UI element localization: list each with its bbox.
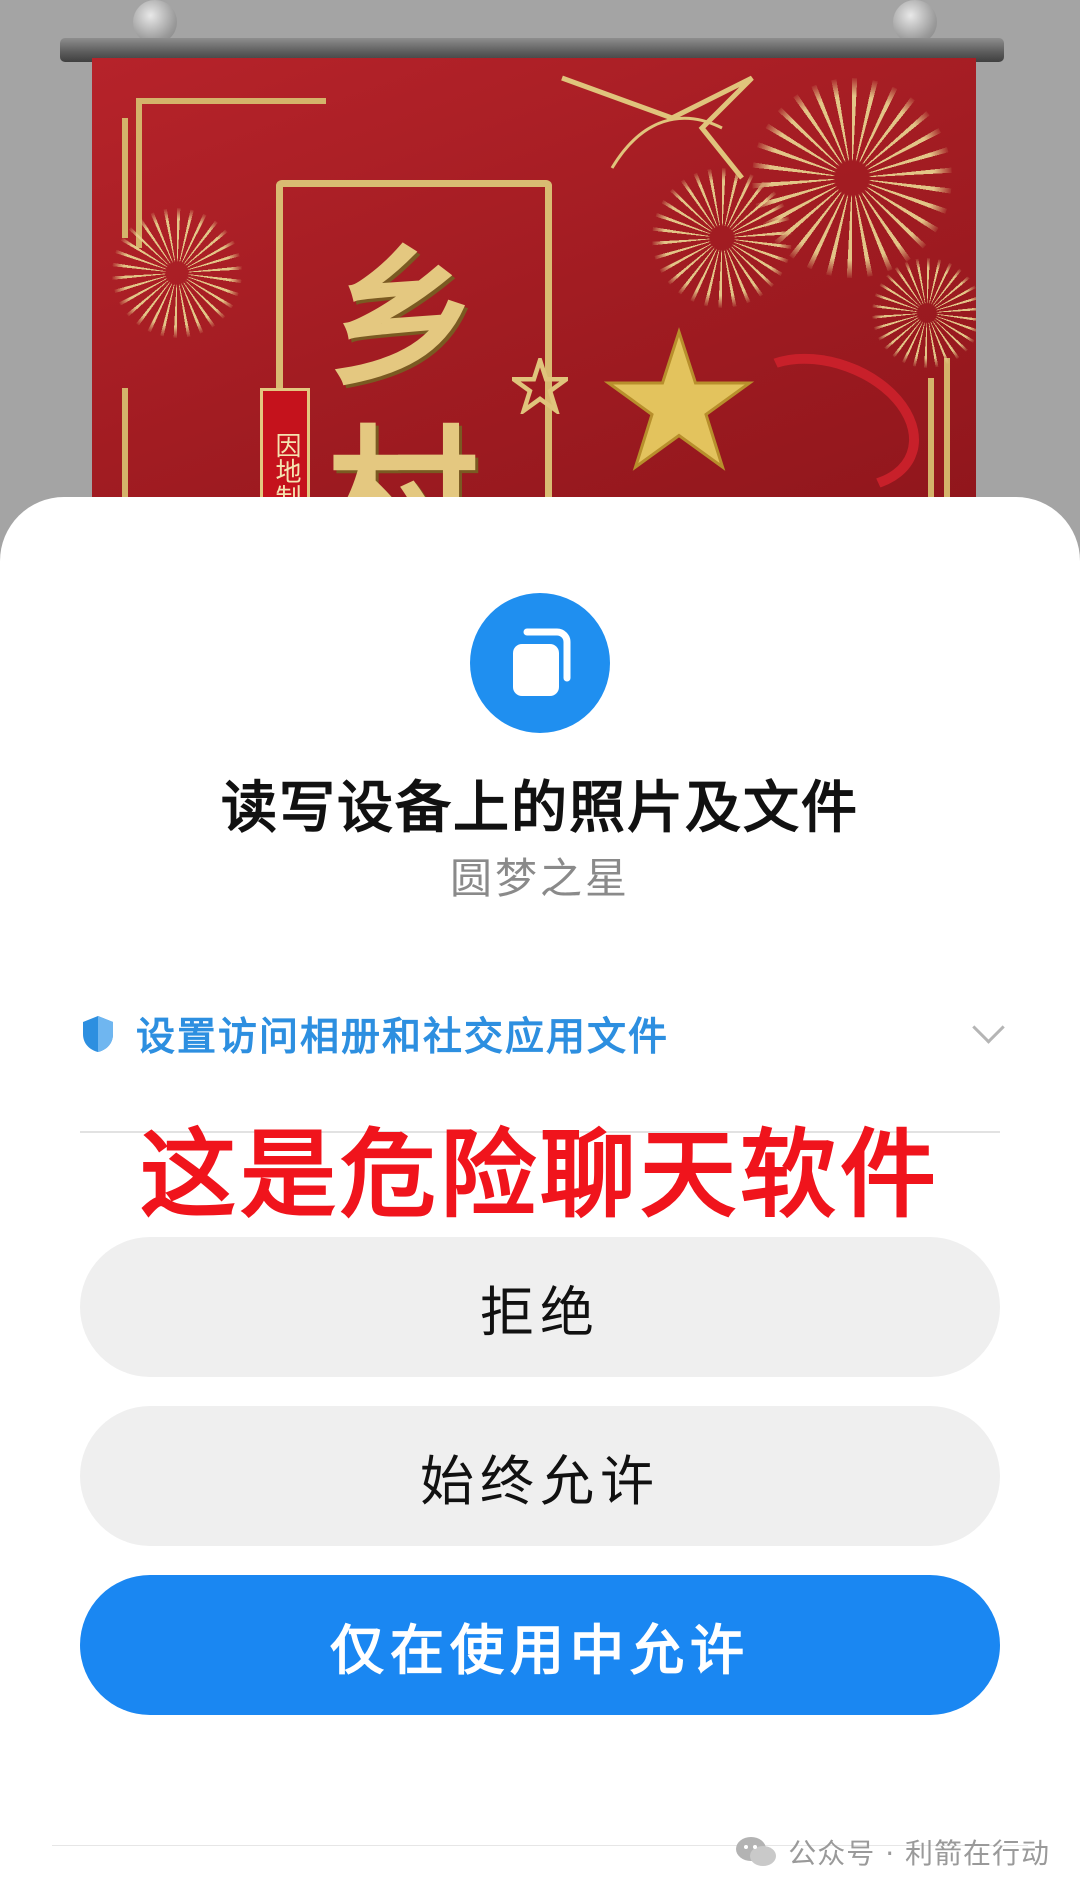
permission-dialog: 读写设备上的照片及文件 圆梦之星 设置访问相册和社交应用文件 这是危险聊天软件 … — [0, 497, 1080, 1891]
album-access-label: 设置访问相册和社交应用文件 — [136, 1015, 670, 1060]
small-star-icon — [512, 358, 568, 414]
allow-while-in-use-button[interactable]: 仅在使用中允许 — [80, 1575, 1000, 1715]
jet-icon — [561, 75, 754, 180]
deny-button[interactable]: 拒绝 — [80, 1237, 1000, 1377]
background-image: 乡 村 因地制 — [0, 0, 1080, 578]
firework-decoration — [752, 78, 952, 278]
gold-corner-line — [122, 118, 128, 238]
firework-decoration — [112, 208, 242, 338]
watermark-text: 公众号 · 利箭在行动 — [788, 1837, 1050, 1870]
gold-star-icon — [604, 327, 754, 471]
chevron-down-icon[interactable] — [972, 1011, 1005, 1044]
gold-corner-line — [136, 98, 326, 104]
permission-title: 读写设备上的照片及文件 — [221, 776, 859, 841]
wechat-icon — [736, 1837, 777, 1866]
always-allow-button[interactable]: 始终允许 — [80, 1406, 1000, 1546]
warning-overlay-text: 这是危险聊天软件 — [140, 1119, 940, 1231]
firework-decoration — [872, 258, 976, 368]
album-access-option[interactable]: 设置访问相册和社交应用文件 — [80, 1002, 1005, 1066]
shield-icon — [83, 1016, 113, 1052]
file-copy-icon — [470, 593, 610, 733]
app-name: 圆梦之星 — [449, 854, 630, 903]
watermark: 公众号 · 利箭在行动 — [734, 1832, 1050, 1872]
